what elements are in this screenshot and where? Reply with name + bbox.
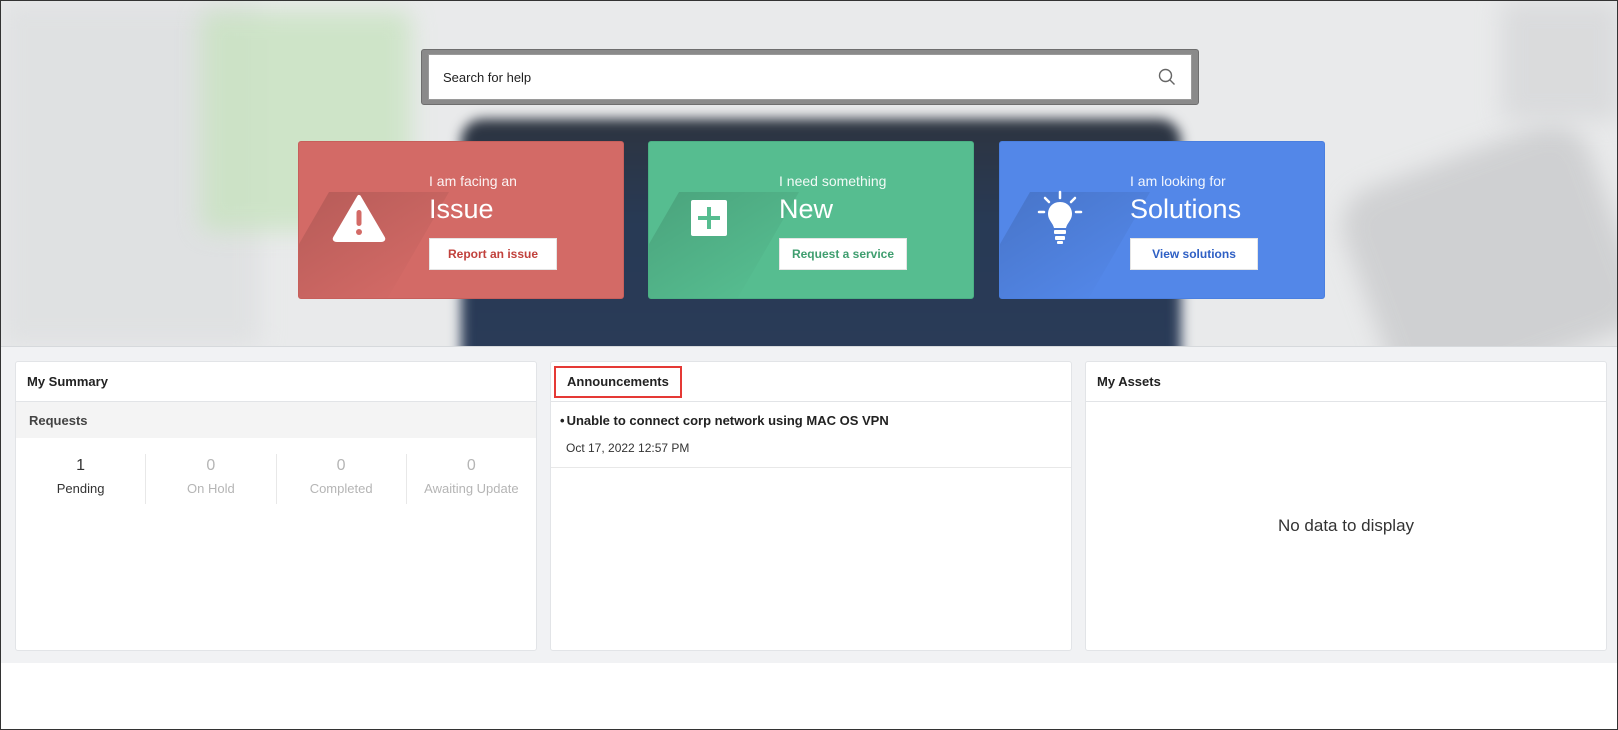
- my-summary-panel: My Summary Requests 1 Pending 0 On Hold …: [15, 361, 537, 651]
- stat-label: Awaiting Update: [424, 481, 519, 496]
- stat-label: Pending: [56, 481, 105, 496]
- plus-icon: [679, 188, 739, 248]
- request-stats: 1 Pending 0 On Hold 0 Completed 0 Awaiti…: [16, 454, 536, 504]
- stat-value: 0: [336, 457, 346, 474]
- requests-section-header[interactable]: Requests: [16, 402, 536, 438]
- hero-banner: I am facing an Issue Report an issue I n…: [1, 1, 1617, 347]
- solutions-card[interactable]: I am looking for Solutions View solution…: [999, 141, 1325, 299]
- stat-value: 0: [206, 457, 216, 474]
- search-input[interactable]: [443, 69, 1157, 85]
- card-subtitle: I am facing an: [429, 173, 517, 189]
- panel-title[interactable]: Announcements: [554, 365, 682, 398]
- app-frame: I am facing an Issue Report an issue I n…: [0, 0, 1618, 730]
- view-solutions-button[interactable]: View solutions: [1130, 238, 1258, 270]
- announcement-title[interactable]: • Unable to connect corp network using MA…: [560, 413, 1071, 428]
- announcement-title-text: Unable to connect corp network using MAC…: [566, 413, 889, 428]
- lightbulb-icon: [1030, 188, 1090, 248]
- stat-on-hold[interactable]: 0 On Hold: [146, 454, 277, 504]
- new-card[interactable]: I need something New Request a service: [648, 141, 974, 299]
- stat-awaiting-update[interactable]: 0 Awaiting Update: [407, 454, 536, 504]
- panel-title: My Summary: [16, 362, 536, 402]
- announcements-panel: Announcements • Unable to connect corp ne…: [550, 361, 1072, 651]
- announcement-date: Oct 17, 2022 12:57 PM: [566, 441, 690, 455]
- bullet: •: [560, 413, 565, 428]
- empty-state-message: No data to display: [1277, 516, 1415, 535]
- card-subtitle: I need something: [779, 173, 887, 189]
- stat-label: Completed: [309, 481, 373, 496]
- panel-header: Announcements: [551, 362, 1071, 402]
- card-title: New: [779, 194, 834, 224]
- search-box: [428, 54, 1192, 100]
- stat-label: On Hold: [187, 481, 235, 496]
- background-blur: [1331, 113, 1617, 346]
- stat-completed[interactable]: 0 Completed: [277, 454, 407, 504]
- warning-icon: [329, 188, 389, 248]
- background-blur: [1501, 1, 1617, 121]
- card-title: Issue: [429, 194, 494, 224]
- search-icon[interactable]: [1157, 67, 1177, 87]
- widgets-area: My Summary Requests 1 Pending 0 On Hold …: [1, 347, 1617, 663]
- panel-title: My Assets: [1086, 362, 1606, 402]
- card-title: Solutions: [1130, 194, 1242, 224]
- stat-value: 0: [466, 457, 476, 474]
- stat-value: 1: [76, 457, 86, 474]
- request-service-button[interactable]: Request a service: [779, 238, 907, 270]
- list-item[interactable]: • Unable to connect corp network using MA…: [551, 402, 1071, 468]
- stat-pending[interactable]: 1 Pending: [16, 454, 147, 504]
- my-assets-panel: My Assets No data to display: [1085, 361, 1607, 651]
- card-subtitle: I am looking for: [1130, 173, 1226, 189]
- search-container: [421, 49, 1199, 105]
- report-issue-button[interactable]: Report an issue: [429, 238, 557, 270]
- issue-card[interactable]: I am facing an Issue Report an issue: [298, 141, 624, 299]
